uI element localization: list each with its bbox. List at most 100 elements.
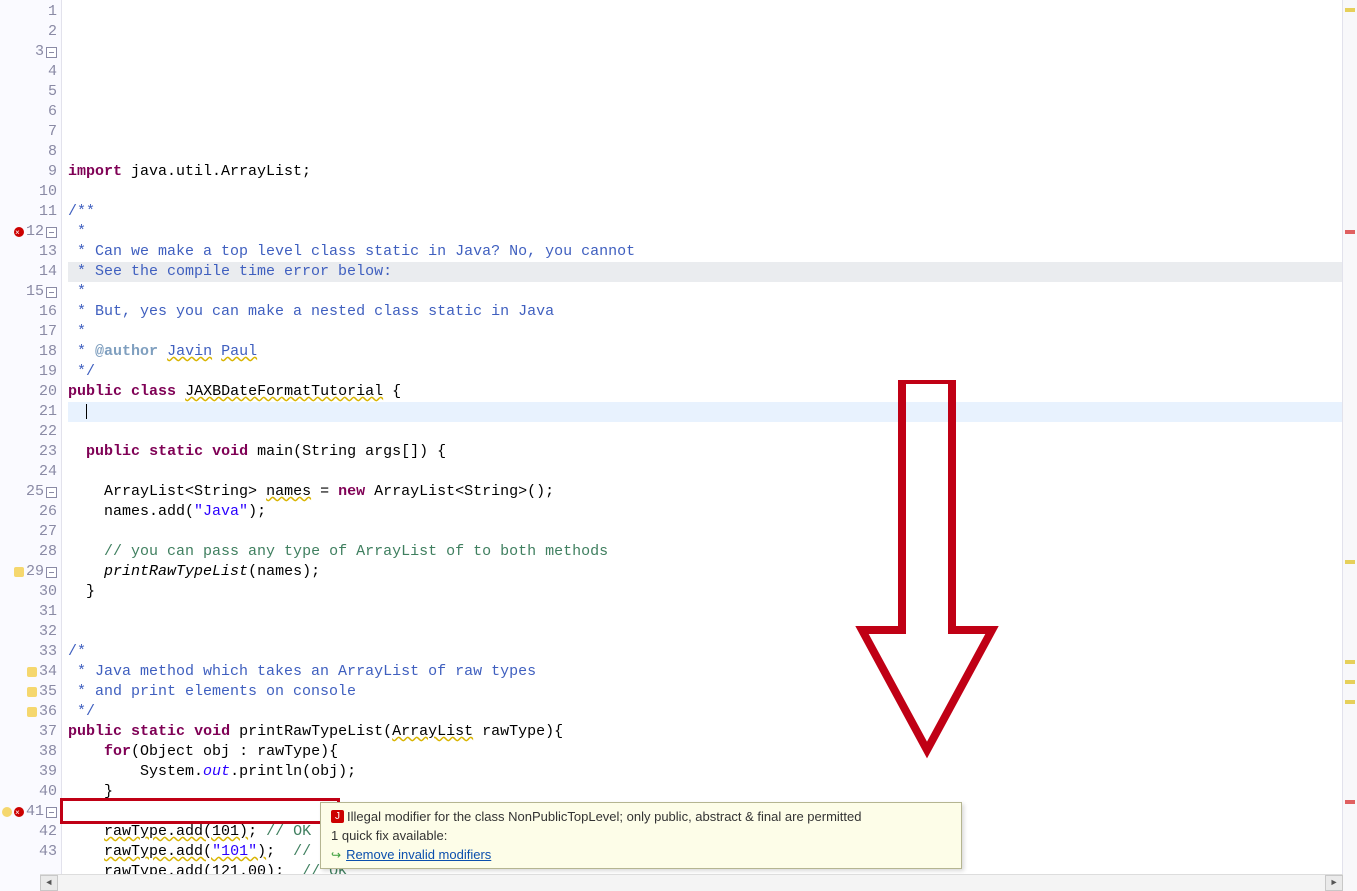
quickfix-bulb-icon[interactable]	[2, 807, 12, 817]
overview-warning-marker[interactable]	[1345, 560, 1355, 564]
overview-warning-marker[interactable]	[1345, 680, 1355, 684]
line-number: 4	[48, 62, 57, 82]
line-number: 23	[39, 442, 57, 462]
line-number: 33	[39, 642, 57, 662]
code-line[interactable]: * Java method which takes an ArrayList o…	[68, 662, 1351, 682]
overview-warning-marker[interactable]	[1345, 700, 1355, 704]
line-number: 29	[26, 562, 44, 582]
fold-toggle[interactable]	[46, 287, 57, 298]
code-line[interactable]: * @author Javin Paul	[68, 342, 1351, 362]
code-line[interactable]	[68, 462, 1351, 482]
line-number: 27	[39, 522, 57, 542]
code-line[interactable]: *	[68, 222, 1351, 242]
code-line[interactable]: for(Object obj : rawType){	[68, 742, 1351, 762]
error-icon[interactable]	[14, 227, 24, 237]
line-number: 11	[39, 202, 57, 222]
line-number: 28	[39, 542, 57, 562]
annotation-arrow	[842, 380, 1012, 760]
code-line[interactable]: public static void main(String args[]) {	[68, 442, 1351, 462]
line-number: 39	[39, 762, 57, 782]
line-number-gutter[interactable]: 1234567891011121314151617181920212223242…	[0, 0, 62, 891]
line-number: 17	[39, 322, 57, 342]
line-number: 14	[39, 262, 57, 282]
fold-toggle[interactable]	[46, 567, 57, 578]
line-number: 8	[48, 142, 57, 162]
warning-icon[interactable]	[14, 567, 24, 577]
code-line[interactable]	[68, 422, 1351, 442]
line-number: 41	[26, 802, 44, 822]
line-number: 21	[39, 402, 57, 422]
code-line[interactable]: // you can pass any type of ArrayList of…	[68, 542, 1351, 562]
code-line[interactable]: ArrayList<String> names = new ArrayList<…	[68, 482, 1351, 502]
horizontal-scrollbar[interactable]: ◄ ►	[40, 874, 1343, 891]
scroll-left-button[interactable]: ◄	[40, 875, 58, 891]
code-line[interactable]: /*	[68, 642, 1351, 662]
warning-icon[interactable]	[27, 707, 37, 717]
line-number: 30	[39, 582, 57, 602]
code-line[interactable]	[68, 402, 1351, 422]
line-number: 34	[39, 662, 57, 682]
line-number: 3	[35, 42, 44, 62]
line-number: 7	[48, 122, 57, 142]
line-number: 20	[39, 382, 57, 402]
code-line[interactable]: * and print elements on console	[68, 682, 1351, 702]
error-tooltip: J Illegal modifier for the class NonPubl…	[320, 802, 962, 869]
line-number: 12	[26, 222, 44, 242]
quickfix-icon: ↪	[331, 848, 341, 862]
error-icon[interactable]	[14, 807, 24, 817]
code-line[interactable]: printRawTypeList(names);	[68, 562, 1351, 582]
code-editor: 1234567891011121314151617181920212223242…	[0, 0, 1357, 891]
code-line[interactable]: *	[68, 282, 1351, 302]
line-number: 40	[39, 782, 57, 802]
line-number: 24	[39, 462, 57, 482]
overview-warning-marker[interactable]	[1345, 660, 1355, 664]
code-line[interactable]: System.out.println(obj);	[68, 762, 1351, 782]
overview-ruler[interactable]	[1342, 0, 1357, 891]
fold-toggle[interactable]	[46, 807, 57, 818]
code-line[interactable]: public class JAXBDateFormatTutorial {	[68, 382, 1351, 402]
code-line[interactable]	[68, 182, 1351, 202]
warning-icon[interactable]	[27, 667, 37, 677]
line-number: 38	[39, 742, 57, 762]
line-number: 15	[26, 282, 44, 302]
code-line[interactable]: import java.util.ArrayList;	[68, 162, 1351, 182]
warning-icon[interactable]	[27, 687, 37, 697]
line-number: 1	[48, 2, 57, 22]
line-number: 31	[39, 602, 57, 622]
error-badge-icon: J	[331, 810, 344, 823]
line-number: 25	[26, 482, 44, 502]
code-line[interactable]	[68, 602, 1351, 622]
code-line[interactable]: */	[68, 362, 1351, 382]
code-area[interactable]: import java.util.ArrayList; /** * * Can …	[62, 0, 1357, 891]
line-number: 19	[39, 362, 57, 382]
line-number: 18	[39, 342, 57, 362]
fold-toggle[interactable]	[46, 227, 57, 238]
error-message: Illegal modifier for the class NonPublic…	[347, 809, 861, 824]
fold-toggle[interactable]	[46, 487, 57, 498]
line-number: 10	[39, 182, 57, 202]
line-number: 42	[39, 822, 57, 842]
code-line[interactable]: *	[68, 322, 1351, 342]
overview-error-marker[interactable]	[1345, 230, 1355, 234]
line-number: 35	[39, 682, 57, 702]
code-line[interactable]: public static void printRawTypeList(Arra…	[68, 722, 1351, 742]
quickfix-count: 1 quick fix available:	[331, 828, 951, 843]
quickfix-link[interactable]: Remove invalid modifiers	[346, 847, 491, 862]
code-line[interactable]: * But, yes you can make a nested class s…	[68, 302, 1351, 322]
code-line[interactable]: * See the compile time error below:	[68, 262, 1351, 282]
code-line[interactable]: /**	[68, 202, 1351, 222]
overview-error-marker[interactable]	[1345, 800, 1355, 804]
scroll-right-button[interactable]: ►	[1325, 875, 1343, 891]
code-line[interactable]: * Can we make a top level class static i…	[68, 242, 1351, 262]
line-number: 32	[39, 622, 57, 642]
code-line[interactable]: */	[68, 702, 1351, 722]
overview-warning-marker[interactable]	[1345, 8, 1355, 12]
code-line[interactable]: }	[68, 582, 1351, 602]
code-line[interactable]	[68, 622, 1351, 642]
code-line[interactable]	[68, 522, 1351, 542]
line-number: 26	[39, 502, 57, 522]
line-number: 2	[48, 22, 57, 42]
line-number: 43	[39, 842, 57, 862]
fold-toggle[interactable]	[46, 47, 57, 58]
code-line[interactable]: names.add("Java");	[68, 502, 1351, 522]
